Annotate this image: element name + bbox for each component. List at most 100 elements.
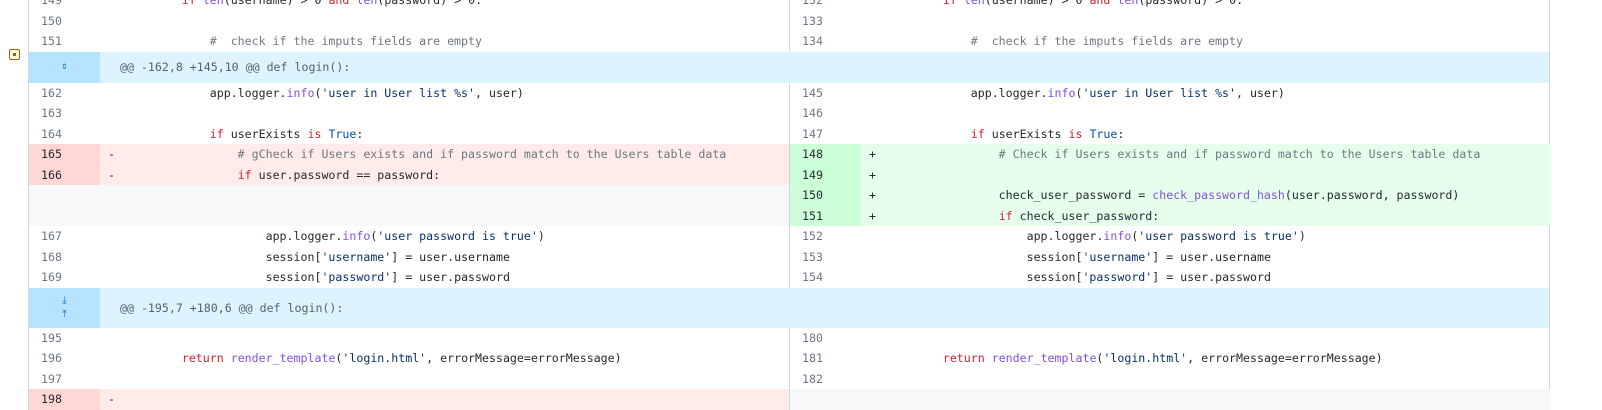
- code-left: app.logger.info('user in User list %s', …: [126, 85, 524, 100]
- line-number-right[interactable]: 153: [790, 247, 861, 268]
- code-left: app.logger.info('user password is true'): [126, 229, 545, 243]
- diff-row: 198-: [29, 389, 1550, 410]
- code-right: [879, 369, 1550, 390]
- code-left: if len(username) > 0 and len(password) >…: [181, 0, 483, 7]
- diff-row: 165- # gCheck if Users exists and if pas…: [29, 144, 1550, 165]
- code-left: [118, 369, 789, 390]
- diff-row: 164 if userExists is True: 147 if userEx…: [29, 123, 1549, 145]
- diff-row: 168 session['username'] = user.username …: [29, 246, 1549, 268]
- code-right: # check if the imputs fields are empty: [887, 34, 1243, 48]
- line-number-right[interactable]: 151: [790, 205, 861, 226]
- diff-row: 169 session['password'] = user.password …: [29, 267, 1549, 288]
- hunk-header: ⤓ ⤒ @@ -195,7 +180,6 @@ def login():: [29, 287, 1549, 328]
- code-left: session['username'] = user.username: [126, 249, 510, 264]
- addition-marker: +: [869, 167, 876, 182]
- diff-row: 149 if len(username) > 0 and len(passwor…: [29, 0, 1549, 11]
- code-left-deleted: # gCheck if Users exists and if password…: [126, 147, 727, 161]
- code-right-added: if check_user_password:: [998, 208, 1160, 223]
- left-gutter: [0, 0, 28, 405]
- expand-down-icon[interactable]: ⤓: [62, 295, 66, 305]
- expand-up-icon[interactable]: ⤒: [62, 309, 66, 319]
- line-number-left[interactable]: 197: [29, 369, 100, 390]
- code-left: [118, 328, 789, 349]
- line-number-right[interactable]: 182: [790, 369, 861, 390]
- line-number-right[interactable]: 181: [790, 348, 861, 369]
- code-right: session['username'] = user.username: [887, 249, 1271, 264]
- line-number-left[interactable]: 163: [29, 103, 100, 124]
- line-number-left[interactable]: 166: [29, 164, 100, 185]
- expand-all-button[interactable]: ⇕: [29, 51, 100, 83]
- diff-row: 196 return render_template('login.html',…: [29, 348, 1549, 369]
- diff-row: 150 133: [29, 10, 1550, 32]
- line-number-right[interactable]: 145: [790, 83, 861, 104]
- diff-row: 150 + check_user_password = check_passwor…: [29, 185, 1550, 206]
- code-right: if len(username) > 0 and len(password) >…: [942, 0, 1244, 7]
- diff-row: 163 146: [29, 103, 1549, 124]
- code-right: app.logger.info('user password is true'): [887, 229, 1306, 243]
- line-number-left[interactable]: 167: [29, 226, 100, 247]
- line-number-right[interactable]: 152: [790, 226, 861, 247]
- line-number-right[interactable]: 180: [790, 328, 861, 349]
- code-right: session['password'] = user.password: [887, 270, 1271, 284]
- line-number-left[interactable]: 149: [29, 0, 100, 11]
- code-left: [118, 185, 789, 206]
- line-number-left[interactable]: 169: [29, 267, 100, 288]
- line-number-right[interactable]: 146: [790, 103, 861, 124]
- line-number-right[interactable]: 133: [790, 11, 861, 32]
- code-right-added: [879, 165, 1550, 186]
- code-left-deleted: if user.password == password:: [237, 167, 441, 182]
- line-number-left[interactable]: 195: [29, 328, 100, 349]
- diff-row: 162 app.logger.info('user in User list %…: [29, 82, 1549, 104]
- expand-file-icon[interactable]: [9, 49, 20, 60]
- diff-row: 166- if user.password == password: 149 +: [29, 164, 1550, 186]
- hunk-header-text: @@ -195,7 +180,6 @@ def login():: [120, 300, 344, 315]
- line-number-left[interactable]: 198: [29, 389, 100, 410]
- code-right: [879, 389, 1550, 410]
- diff-row: 151 # check if the imputs fields are emp…: [29, 31, 1549, 52]
- addition-marker: +: [869, 208, 876, 223]
- code-left: if userExists is True:: [209, 126, 364, 141]
- code-right: app.logger.info('user in User list %s', …: [887, 85, 1285, 100]
- code-right: [879, 103, 1550, 124]
- line-number-left: [29, 185, 100, 206]
- code-right-added: # Check if Users exists and if password …: [887, 147, 1481, 161]
- line-number-right[interactable]: 148: [790, 144, 861, 165]
- line-number-left[interactable]: 168: [29, 247, 100, 268]
- line-number-right[interactable]: 149: [790, 164, 861, 185]
- line-number-left[interactable]: 150: [29, 11, 100, 32]
- code-right: if userExists is True:: [970, 126, 1125, 141]
- line-number-right[interactable]: 147: [790, 124, 861, 145]
- addition-marker: +: [869, 147, 876, 161]
- line-number-left[interactable]: 164: [29, 124, 100, 145]
- code-right-added: check_user_password = check_password_has…: [887, 188, 1460, 202]
- deletion-marker: -: [108, 167, 115, 182]
- split-diff-view: 149 if len(username) > 0 and len(passwor…: [28, 0, 1550, 410]
- code-right: [879, 11, 1550, 32]
- code-left: [118, 103, 789, 124]
- line-number-left[interactable]: 196: [29, 348, 100, 369]
- code-left: [118, 11, 789, 32]
- diff-row: 151 + if check_user_password:: [29, 205, 1550, 227]
- deletion-marker: -: [108, 392, 115, 406]
- code-left-deleted: [118, 389, 789, 410]
- code-left: # check if the imputs fields are empty: [126, 34, 482, 48]
- unfold-icon: ⇕: [61, 61, 68, 72]
- hunk-header: ⇕ @@ -162,8 +145,10 @@ def login():: [29, 51, 1549, 83]
- code-right: [879, 328, 1550, 349]
- line-number-right[interactable]: 132: [790, 0, 861, 11]
- line-number-right[interactable]: 150: [790, 185, 861, 206]
- line-number-left[interactable]: 151: [29, 31, 100, 52]
- line-number-left[interactable]: 165: [29, 144, 100, 165]
- line-number-right[interactable]: 154: [790, 267, 861, 288]
- diff-row: 195 180: [29, 327, 1550, 349]
- expand-buttons: ⤓ ⤒: [29, 287, 100, 328]
- diff-row: 197 182: [29, 368, 1550, 390]
- line-number-right[interactable]: 134: [790, 31, 861, 52]
- deletion-marker: -: [108, 147, 115, 161]
- line-number-left: [29, 206, 100, 227]
- line-number-left[interactable]: 162: [29, 83, 100, 104]
- addition-marker: +: [869, 188, 876, 202]
- code-left: session['password'] = user.password: [126, 270, 510, 284]
- code-right: return render_template('login.html', err…: [942, 351, 1383, 365]
- line-number-right: [790, 389, 861, 410]
